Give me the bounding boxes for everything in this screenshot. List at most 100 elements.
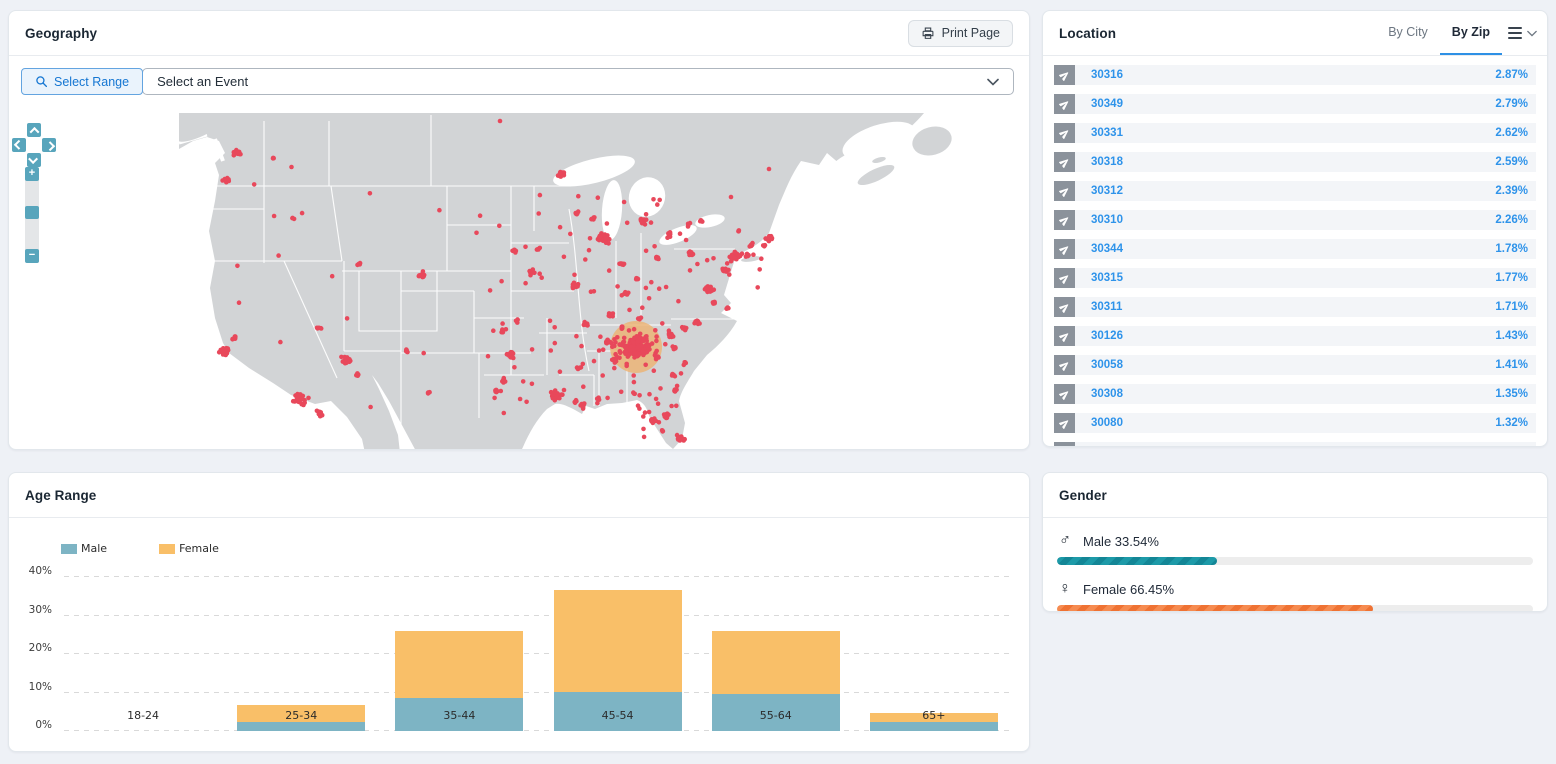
gender-female-label: Female 66.45% (1083, 582, 1174, 597)
legend-swatch (159, 544, 175, 554)
zip-link[interactable]: 30126 (1091, 330, 1123, 342)
tab-by-zip[interactable]: By Zip (1440, 11, 1502, 55)
location-row[interactable]: 30324 1.3% (1054, 442, 1536, 447)
gender-body: ♂ Male 33.54% ♀ Female 66.45% (1043, 518, 1547, 612)
zip-link[interactable]: 30331 (1091, 127, 1123, 139)
gridline (64, 615, 1013, 616)
chart-y-axis: 0%10%20%30%40% (9, 577, 57, 731)
legend-item-female[interactable]: Female (159, 542, 219, 555)
chevron-right-icon (45, 141, 55, 151)
zip-percent: 1.32% (1495, 417, 1528, 429)
select-range-button[interactable]: Select Range (21, 68, 143, 95)
location-row[interactable]: 30058 1.41% (1054, 355, 1536, 375)
location-row[interactable]: 30308 1.35% (1054, 384, 1536, 404)
gridline (64, 692, 1013, 693)
zip-percent: 1.41% (1495, 359, 1528, 371)
location-row[interactable]: 303441.78% (1054, 239, 1536, 259)
bar-male-25-34 (237, 722, 365, 731)
geography-title: Geography (25, 26, 97, 41)
x-category-label: 25-34 (222, 709, 380, 722)
event-select[interactable]: Select an Event (142, 68, 1014, 95)
location-row[interactable]: 30311 1.71% (1054, 297, 1536, 317)
zip-link[interactable]: 30324 (1091, 446, 1123, 447)
x-category-label: 55-64 (697, 709, 855, 722)
bar-female-45-54 (554, 590, 682, 692)
y-tick-label: 40% (29, 565, 52, 577)
chevron-down-icon (28, 154, 38, 164)
zip-link[interactable]: 30316 (1091, 69, 1123, 81)
zip-percent: 2.39% (1495, 185, 1528, 197)
chevron-down-icon (1527, 30, 1537, 37)
zip-percent: 2.26% (1495, 214, 1528, 226)
location-tabs: By City By Zip (1376, 11, 1502, 55)
gender-panel: Gender ♂ Male 33.54% ♀ Female 66.45% (1042, 472, 1548, 612)
gender-female-track (1057, 605, 1533, 612)
search-icon (35, 75, 48, 88)
y-tick-label: 30% (29, 604, 52, 616)
zip-link[interactable]: 30308 (1091, 388, 1123, 400)
chevron-left-icon (13, 139, 23, 149)
legend-label: Female (179, 542, 219, 555)
map-zoom-slider[interactable]: + − (25, 167, 39, 263)
zip-link[interactable]: 30349 (1091, 98, 1123, 110)
zip-percent: 2.87% (1495, 69, 1528, 81)
zip-link[interactable]: 30315 (1091, 272, 1123, 284)
gender-male-label: Male 33.54% (1083, 534, 1159, 549)
print-page-button[interactable]: Print Page (908, 20, 1013, 47)
geography-panel: Geography Print Page Select Range Select… (8, 10, 1030, 450)
map-svg (179, 113, 1009, 450)
zoom-in-button[interactable]: + (25, 167, 39, 181)
zip-link[interactable]: 30312 (1091, 185, 1123, 197)
location-row[interactable]: 30310 2.26% (1054, 210, 1536, 230)
age-range-chart: Male Female 0%10%20%30%40% 18-2425-3435-4… (9, 518, 1029, 752)
zoom-slider-handle[interactable] (25, 206, 39, 219)
location-row[interactable]: 301261.43% (1054, 326, 1536, 346)
location-row[interactable]: 303492.79% (1054, 94, 1536, 114)
location-row[interactable]: 303312.62% (1054, 123, 1536, 143)
pan-up-button[interactable] (27, 123, 41, 137)
chevron-up-icon (29, 126, 39, 136)
age-range-header: Age Range (9, 473, 1029, 518)
zip-percent: 1.71% (1495, 301, 1528, 313)
usa-map[interactable]: + − (9, 107, 1029, 450)
location-arrow-icon (1054, 326, 1075, 346)
pan-right-button[interactable] (42, 138, 56, 152)
zip-link[interactable]: 30058 (1091, 359, 1123, 371)
legend-item-male[interactable]: Male (61, 542, 107, 555)
location-panel: Location By City By Zip 303162.87%303492… (1042, 10, 1548, 447)
chart-plot-area: 18-2425-3435-4445-5455-6465+ (64, 577, 1013, 731)
zip-percent: 1.35% (1495, 388, 1528, 400)
map-pan-control (12, 123, 57, 168)
gender-title: Gender (1059, 488, 1107, 503)
geography-toolbar: Select Range Select an Event (9, 56, 1029, 107)
zip-link[interactable]: 30080 (1091, 417, 1123, 429)
location-menu-button[interactable] (1508, 27, 1537, 39)
location-row[interactable]: 30315 1.77% (1054, 268, 1536, 288)
bar-female-35-44 (395, 631, 523, 698)
female-icon: ♀ (1057, 581, 1073, 597)
pan-down-button[interactable] (27, 153, 41, 167)
location-arrow-icon (1054, 297, 1075, 317)
location-row[interactable]: 30316 2.87% (1054, 65, 1536, 85)
zip-percent: 1.3% (1502, 446, 1528, 447)
location-row[interactable]: 30312 2.39% (1054, 181, 1536, 201)
location-row[interactable]: 30080 1.32% (1054, 413, 1536, 433)
zip-link[interactable]: 30318 (1091, 156, 1123, 168)
gender-female-bar (1057, 605, 1373, 612)
x-category-label: 35-44 (380, 709, 538, 722)
pan-left-button[interactable] (12, 138, 26, 152)
location-arrow-icon (1054, 442, 1075, 447)
location-row[interactable]: 303182.59% (1054, 152, 1536, 172)
chevron-down-icon (987, 78, 999, 86)
x-category-label: 45-54 (539, 709, 697, 722)
zip-link[interactable]: 30310 (1091, 214, 1123, 226)
zoom-out-button[interactable]: − (25, 249, 39, 263)
zip-link[interactable]: 30344 (1091, 243, 1123, 255)
tab-by-city[interactable]: By City (1376, 11, 1440, 55)
legend-swatch (61, 544, 77, 554)
bar-male-65+ (870, 722, 998, 731)
zip-link[interactable]: 30311 (1091, 301, 1122, 313)
zip-percent: 1.77% (1495, 272, 1528, 284)
male-icon: ♂ (1057, 533, 1073, 549)
bar-female-55-64 (712, 631, 840, 694)
